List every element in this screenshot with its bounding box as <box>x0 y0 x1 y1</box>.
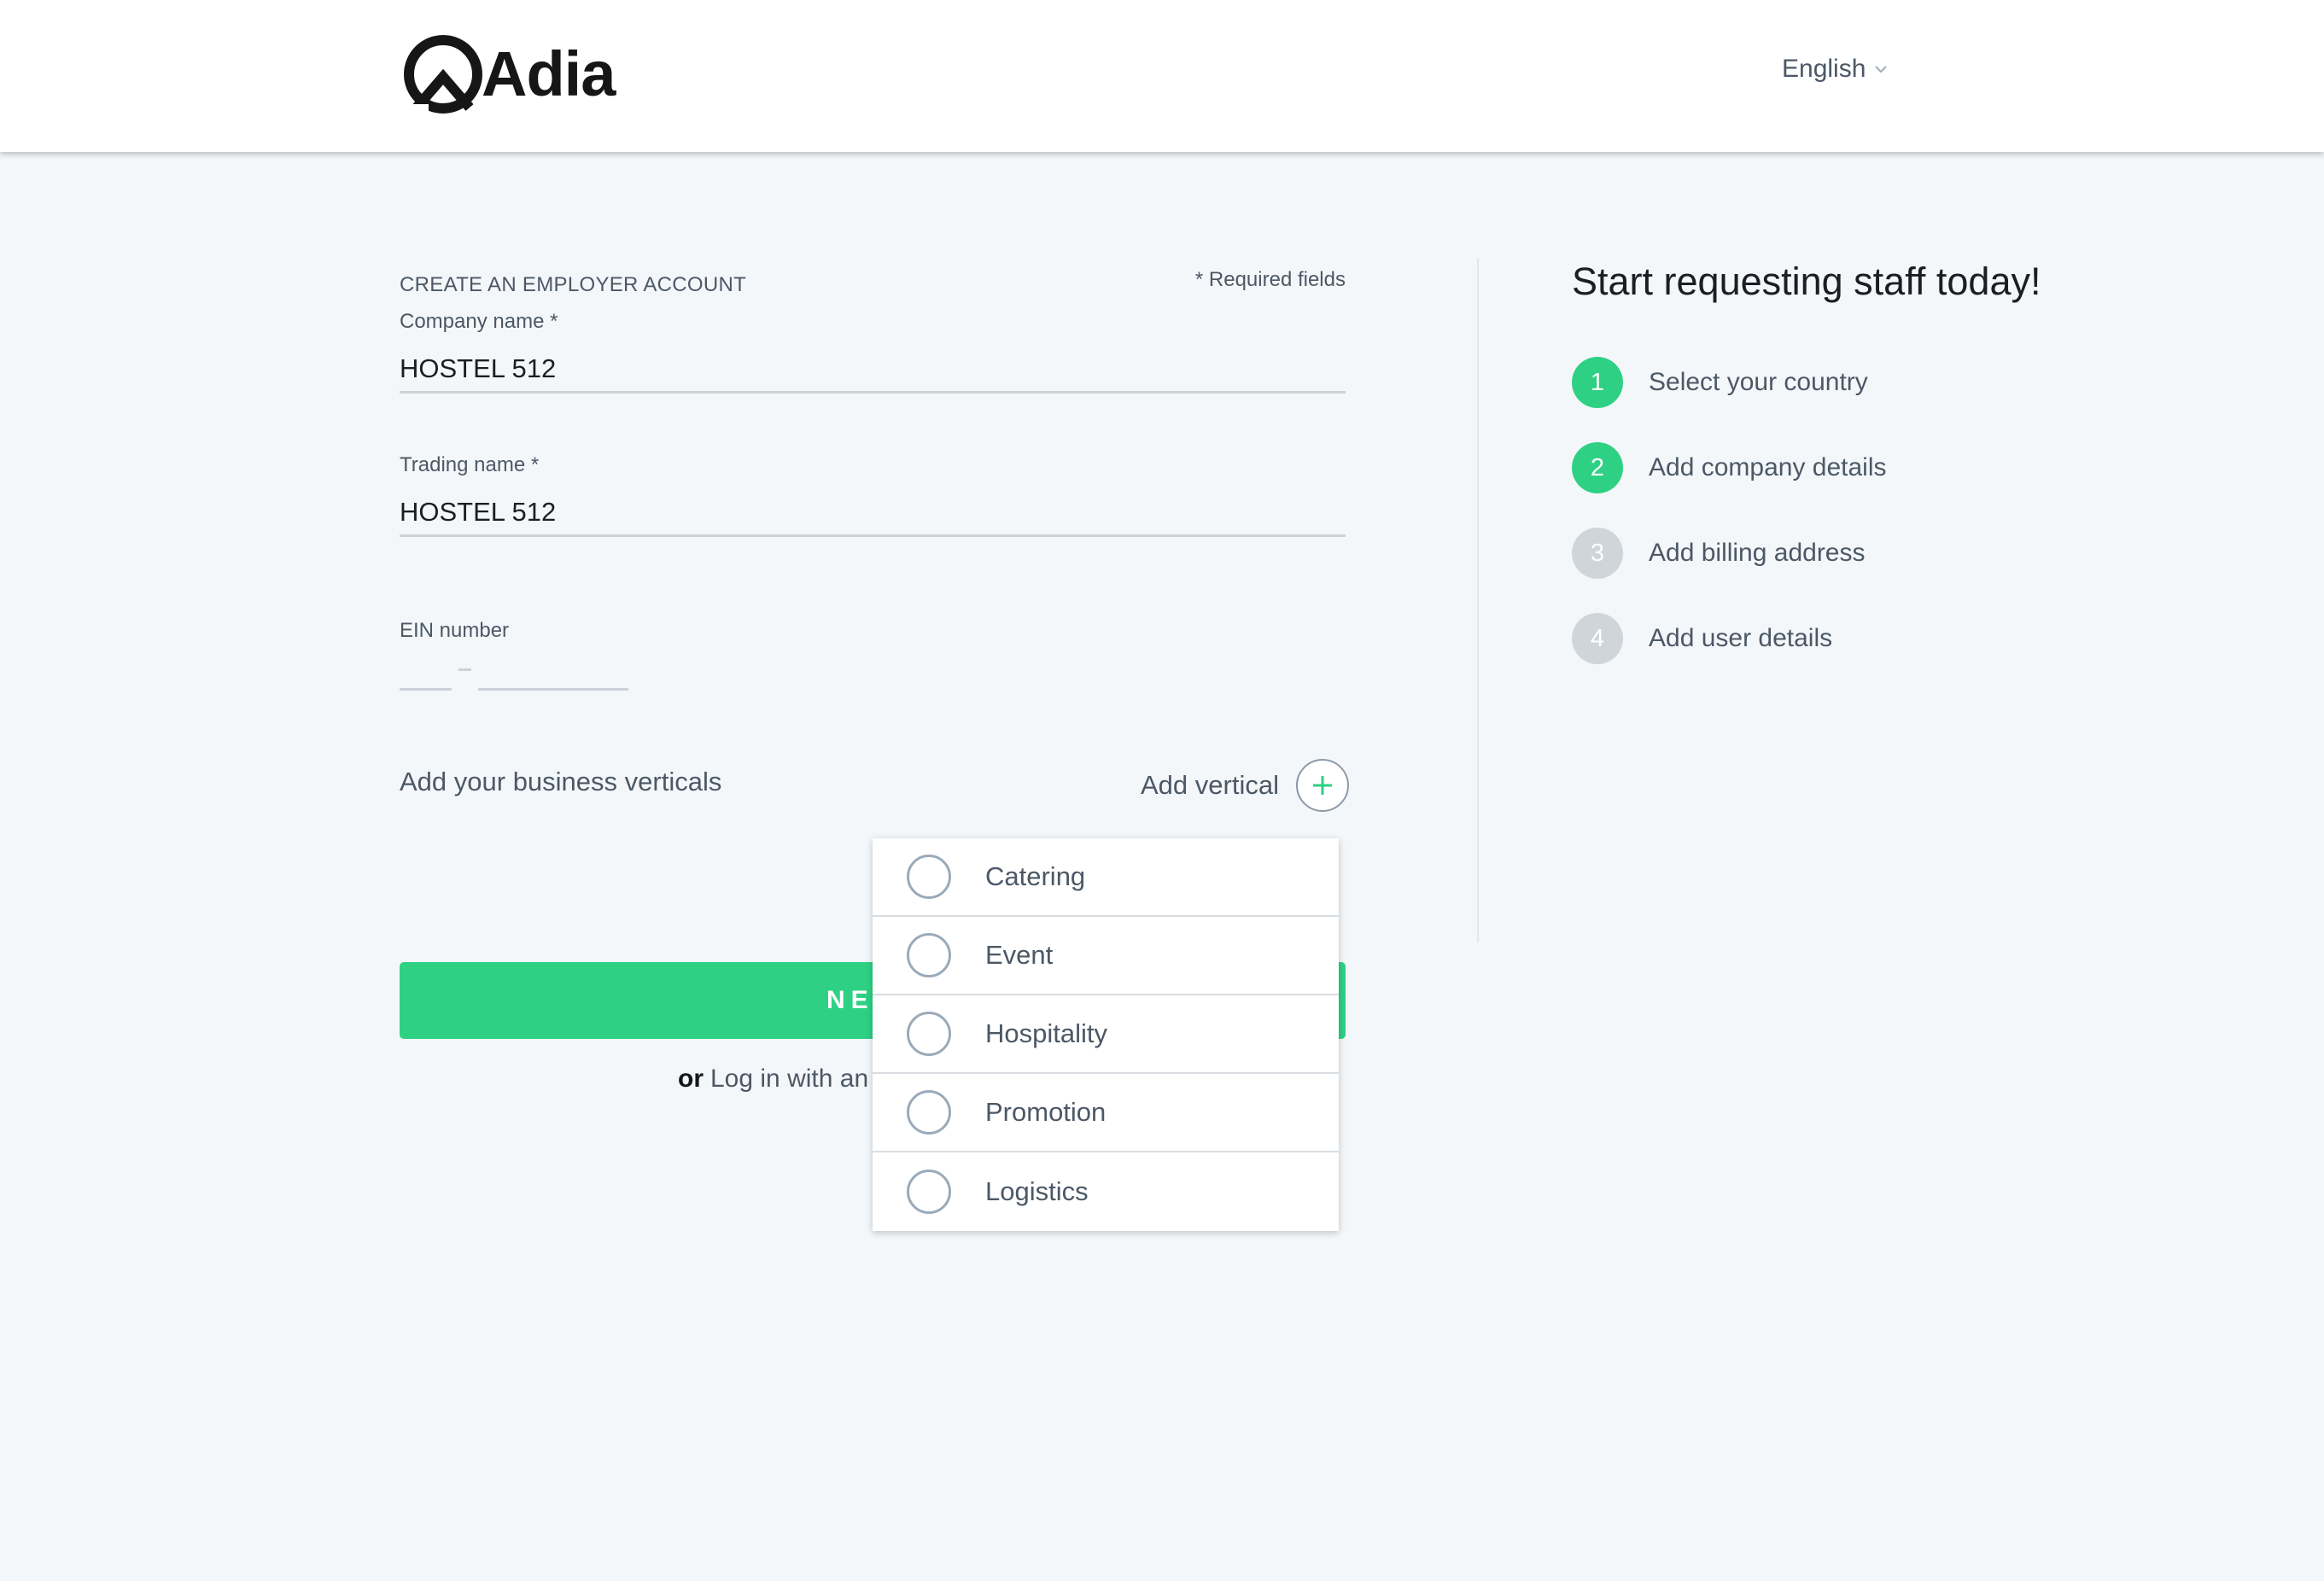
required-fields-note: * Required fields <box>1194 268 1346 291</box>
form-title: CREATE AN EMPLOYER ACCOUNT <box>400 273 747 296</box>
vertical-option-hospitality[interactable]: Hospitality <box>873 995 1339 1074</box>
add-vertical-control[interactable]: Add vertical <box>1141 759 1349 812</box>
trading-name-label: Trading name * <box>400 453 540 476</box>
add-vertical-label: Add vertical <box>1141 770 1279 800</box>
step-label: Add company details <box>1649 453 1887 481</box>
ein-number-label: EIN number <box>400 619 510 642</box>
add-vertical-button[interactable] <box>1295 759 1349 812</box>
radio-circle-icon[interactable] <box>907 933 951 977</box>
vertical-option-logistics[interactable]: Logistics <box>873 1152 1339 1231</box>
vertical-option-catering[interactable]: Catering <box>873 838 1339 917</box>
ein-part-2-input[interactable] <box>478 656 628 691</box>
step-number-badge: 1 <box>1572 357 1623 408</box>
trading-name-input[interactable] <box>400 489 1346 537</box>
logo-text: Adia <box>482 38 616 109</box>
radio-circle-icon[interactable] <box>907 855 951 899</box>
radio-circle-icon[interactable] <box>907 1090 951 1135</box>
vertical-option-label: Hospitality <box>985 1018 1107 1048</box>
adia-logo[interactable]: Adia <box>403 34 616 114</box>
step-label: Select your country <box>1649 368 1868 396</box>
chevron-down-icon <box>1875 66 1888 73</box>
language-selector[interactable]: English <box>1782 55 1888 84</box>
steps-title: Start requesting staff today! <box>1572 260 2041 303</box>
step-billing-address: 3 Add billing address <box>1572 528 1866 579</box>
business-verticals-label: Add your business verticals <box>400 767 722 796</box>
verticals-dropdown: Catering Event Hospitality Promotion Log… <box>873 838 1339 1231</box>
radio-circle-icon[interactable] <box>907 1170 951 1214</box>
column-divider <box>1477 258 1479 942</box>
vertical-option-label: Promotion <box>985 1097 1107 1127</box>
vertical-option-event[interactable]: Event <box>873 917 1339 995</box>
step-user-details: 4 Add user details <box>1572 613 1832 664</box>
ein-separator <box>458 668 471 671</box>
step-number-badge: 4 <box>1572 613 1623 664</box>
adia-logo-icon <box>404 35 482 114</box>
step-number-badge: 3 <box>1572 528 1623 579</box>
plus-icon <box>1312 776 1332 795</box>
ein-part-1-input[interactable] <box>400 656 452 691</box>
step-number-badge: 2 <box>1572 442 1623 493</box>
vertical-option-label: Catering <box>985 861 1086 891</box>
vertical-option-label: Event <box>985 940 1054 970</box>
radio-circle-icon[interactable] <box>907 1012 951 1056</box>
vertical-option-label: Logistics <box>985 1176 1089 1206</box>
company-name-label: Company name * <box>400 310 558 333</box>
step-select-country: 1 Select your country <box>1572 357 1868 408</box>
step-company-details: 2 Add company details <box>1572 442 1887 493</box>
language-label: English <box>1782 55 1866 83</box>
login-or-text: or <box>678 1065 704 1093</box>
step-label: Add billing address <box>1649 539 1866 567</box>
step-label: Add user details <box>1649 624 1833 652</box>
top-header: Adia English <box>0 0 2324 152</box>
company-name-input[interactable] <box>400 346 1346 394</box>
vertical-option-promotion[interactable]: Promotion <box>873 1074 1339 1152</box>
